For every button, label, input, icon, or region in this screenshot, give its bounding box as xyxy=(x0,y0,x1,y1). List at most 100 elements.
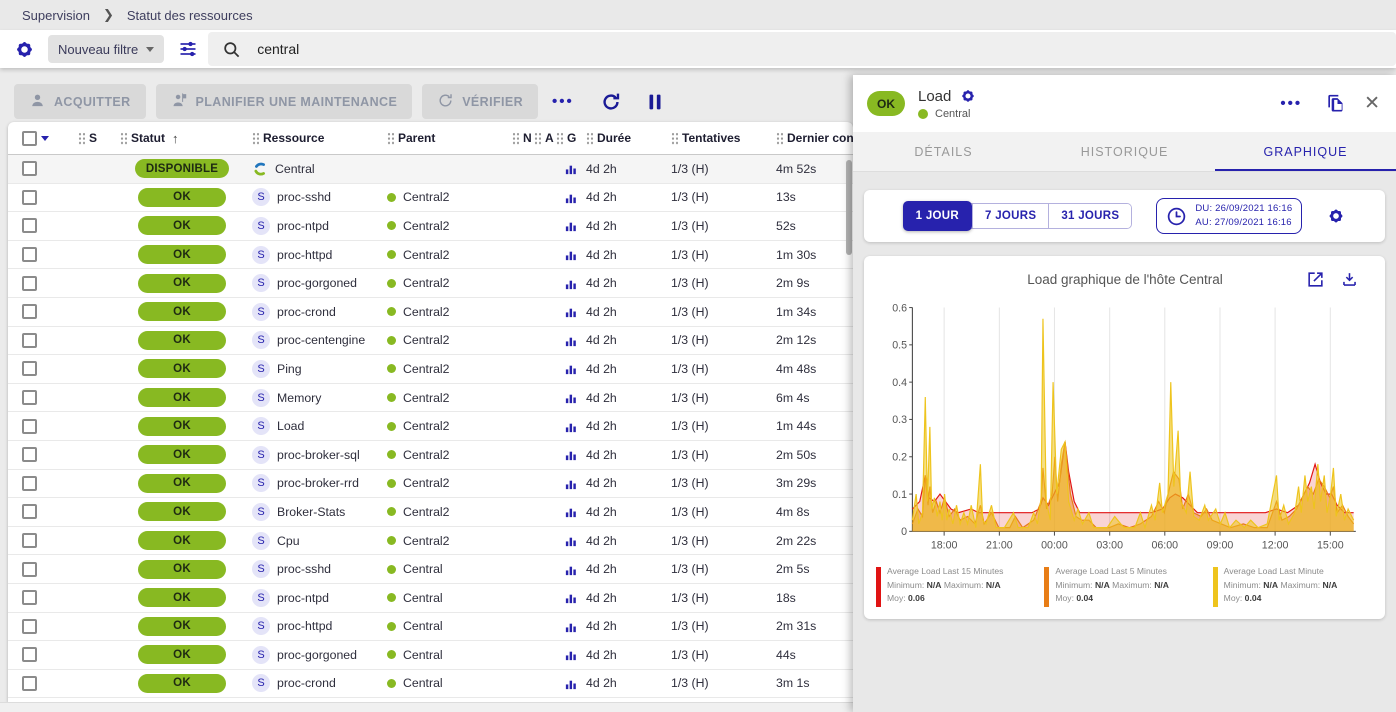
breadcrumb-item-statut-des-ressources[interactable]: Statut des ressources xyxy=(127,8,253,23)
load-chart[interactable]: 18:0021:0000:0003:0006:0009:0012:0015:00… xyxy=(874,299,1375,563)
row-checkbox[interactable] xyxy=(22,304,37,319)
select-all-caret-icon[interactable] xyxy=(41,136,49,141)
row-checkbox[interactable] xyxy=(22,161,37,176)
table-row[interactable]: OKSproc-gorgonedCentral24d 2h1/3 (H)2m 9… xyxy=(8,269,853,298)
resource-cell[interactable]: Sproc-sshd xyxy=(252,188,387,206)
graph-cell[interactable] xyxy=(556,218,586,233)
legend-item[interactable]: Average Load Last 5 MinutesMinimum: N/A … xyxy=(1044,565,1204,607)
tab-graphique[interactable]: GRAPHIQUE xyxy=(1215,132,1396,171)
graph-cell[interactable] xyxy=(556,562,586,577)
chart-icon[interactable] xyxy=(564,419,579,434)
graph-cell[interactable] xyxy=(556,419,586,434)
set-maintenance-button[interactable]: PLANIFIER UNE MAINTENANCE xyxy=(156,84,413,119)
parent-cell[interactable]: Central2 xyxy=(387,476,512,490)
tab-détails[interactable]: DÉTAILS xyxy=(853,132,1034,171)
graph-settings-gear-icon[interactable] xyxy=(1326,206,1346,226)
table-row[interactable]: OKSproc-gorgonedCentral4d 2h1/3 (H)44s xyxy=(8,641,853,670)
more-actions-icon[interactable]: ••• xyxy=(552,93,574,110)
parent-cell[interactable]: Central xyxy=(387,619,512,633)
chart-icon[interactable] xyxy=(564,161,579,176)
table-row[interactable]: OKSproc-crondCentral24d 2h1/3 (H)1m 34s xyxy=(8,298,853,327)
drag-handle-icon[interactable] xyxy=(586,132,593,145)
graph-cell[interactable] xyxy=(556,647,586,662)
column-header-g[interactable]: G xyxy=(556,131,586,145)
row-checkbox[interactable] xyxy=(22,504,37,519)
column-header-s[interactable]: S xyxy=(78,131,112,145)
resource-cell[interactable]: Sproc-broker-rrd xyxy=(252,474,387,492)
column-header-parent[interactable]: Parent xyxy=(387,131,512,145)
graph-cell[interactable] xyxy=(556,190,586,205)
drag-handle-icon[interactable] xyxy=(534,132,541,145)
close-panel-icon[interactable]: ✕ xyxy=(1364,92,1380,115)
parent-cell[interactable]: Central2 xyxy=(387,362,512,376)
graph-cell[interactable] xyxy=(556,333,586,348)
filter-select[interactable]: Nouveau filtre xyxy=(48,35,164,63)
breadcrumb-item-supervision[interactable]: Supervision xyxy=(22,8,90,23)
chart-icon[interactable] xyxy=(564,647,579,662)
resource-cell[interactable]: Sproc-ntpd xyxy=(252,589,387,607)
row-checkbox[interactable] xyxy=(22,647,37,662)
column-header-n[interactable]: N xyxy=(512,131,534,145)
select-all-checkbox[interactable] xyxy=(22,131,37,146)
row-checkbox[interactable] xyxy=(22,533,37,548)
row-checkbox[interactable] xyxy=(22,218,37,233)
column-header-dernier[interactable]: Dernier contrôle xyxy=(776,131,853,145)
graph-cell[interactable] xyxy=(556,247,586,262)
range-button-7-jours[interactable]: 7 JOURS xyxy=(972,204,1048,228)
parent-cell[interactable]: Central2 xyxy=(387,248,512,262)
table-row[interactable]: OKSproc-broker-rrdCentral24d 2h1/3 (H)3m… xyxy=(8,470,853,499)
parent-cell[interactable]: Central2 xyxy=(387,305,512,319)
tune-filters-icon[interactable] xyxy=(178,39,198,59)
row-checkbox[interactable] xyxy=(22,676,37,691)
row-checkbox[interactable] xyxy=(22,247,37,262)
table-row[interactable]: OKSPingCentral24d 2h1/3 (H)4m 48s xyxy=(8,355,853,384)
column-header-tentatives[interactable]: Tentatives xyxy=(671,131,776,145)
chart-icon[interactable] xyxy=(564,619,579,634)
graph-cell[interactable] xyxy=(556,447,586,462)
date-range-picker[interactable]: DU: 26/09/2021 16:16 AU: 27/09/2021 16:1… xyxy=(1156,198,1302,234)
parent-cell[interactable]: Central2 xyxy=(387,448,512,462)
parent-cell[interactable]: Central xyxy=(387,676,512,690)
chart-icon[interactable] xyxy=(564,304,579,319)
resource-cell[interactable]: Sproc-sshd xyxy=(252,560,387,578)
column-header-ressource[interactable]: Ressource xyxy=(252,131,387,145)
table-row[interactable]: OKSproc-broker-sqlCentral24d 2h1/3 (H)2m… xyxy=(8,441,853,470)
chart-icon[interactable] xyxy=(564,590,579,605)
legend-item[interactable]: Average Load Last 15 MinutesMinimum: N/A… xyxy=(876,565,1036,607)
chart-icon[interactable] xyxy=(564,447,579,462)
drag-handle-icon[interactable] xyxy=(671,132,678,145)
graph-cell[interactable] xyxy=(556,390,586,405)
chart-icon[interactable] xyxy=(564,676,579,691)
parent-cell[interactable]: Central2 xyxy=(387,333,512,347)
vertical-scrollbar-thumb[interactable] xyxy=(846,160,852,255)
row-checkbox[interactable] xyxy=(22,447,37,462)
graph-cell[interactable] xyxy=(556,533,586,548)
row-checkbox[interactable] xyxy=(22,361,37,376)
acknowledge-button[interactable]: ACQUITTER xyxy=(14,84,146,119)
row-checkbox[interactable] xyxy=(22,590,37,605)
drag-handle-icon[interactable] xyxy=(120,132,127,145)
parent-cell[interactable]: Central xyxy=(387,562,512,576)
drag-handle-icon[interactable] xyxy=(512,132,519,145)
table-row[interactable]: OKSproc-crondCentral4d 2h1/3 (H)3m 1s xyxy=(8,670,853,699)
panel-settings-gear-icon[interactable] xyxy=(959,87,977,105)
chart-icon[interactable] xyxy=(564,333,579,348)
row-checkbox[interactable] xyxy=(22,190,37,205)
drag-handle-icon[interactable] xyxy=(556,132,563,145)
pause-icon[interactable] xyxy=(644,91,666,113)
download-icon[interactable] xyxy=(1340,270,1359,289)
row-checkbox[interactable] xyxy=(22,333,37,348)
drag-handle-icon[interactable] xyxy=(78,132,85,145)
graph-cell[interactable] xyxy=(556,361,586,376)
panel-more-icon[interactable]: ••• xyxy=(1280,95,1302,112)
graph-cell[interactable] xyxy=(556,161,586,176)
table-row[interactable]: OKSproc-sshdCentral4d 2h1/3 (H)2m 5s xyxy=(8,555,853,584)
legend-item[interactable]: Average Load Last MinuteMinimum: N/A Max… xyxy=(1213,565,1373,607)
resource-cell[interactable]: SLoad xyxy=(252,417,387,435)
parent-cell[interactable]: Central2 xyxy=(387,391,512,405)
range-button-1-jour[interactable]: 1 JOUR xyxy=(903,201,972,231)
chart-icon[interactable] xyxy=(564,247,579,262)
parent-cell[interactable]: Central2 xyxy=(387,190,512,204)
parent-cell[interactable]: Central2 xyxy=(387,505,512,519)
tab-historique[interactable]: HISTORIQUE xyxy=(1034,132,1215,171)
